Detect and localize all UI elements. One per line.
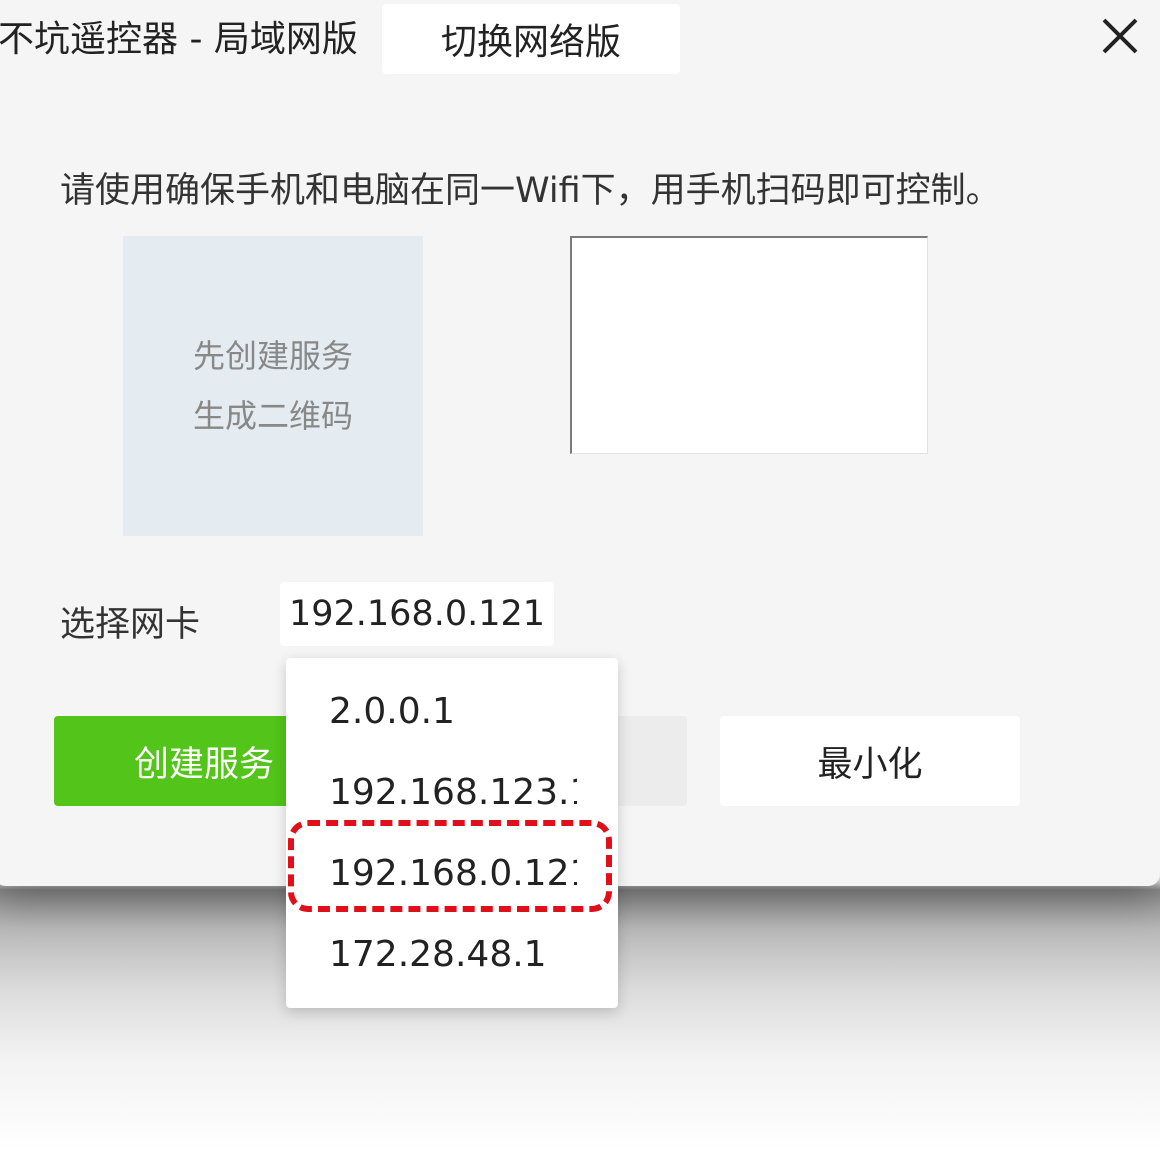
minimize-button[interactable]: 最小化	[720, 716, 1020, 806]
close-icon	[1102, 18, 1138, 54]
dropdown-option[interactable]: 2.0.0.1	[329, 687, 577, 737]
dropdown-option[interactable]: 172.28.48.1	[329, 930, 577, 980]
close-button[interactable]	[1094, 10, 1146, 62]
switch-network-version-button[interactable]: 切换网络版	[382, 4, 680, 74]
address-display-box	[570, 236, 928, 454]
instruction-text: 请使用确保手机和电脑在同一Wifi下，用手机扫码即可控制。	[60, 171, 1001, 211]
nic-select[interactable]: 192.168.0.121	[280, 582, 554, 646]
qr-code-placeholder: 先创建服务 生成二维码	[123, 236, 423, 536]
qr-placeholder-line1: 先创建服务	[192, 337, 353, 375]
dropdown-option-selected[interactable]: 192.168.0.121	[329, 849, 577, 899]
nic-select-label: 选择网卡	[60, 605, 201, 645]
dropdown-option[interactable]: 192.168.123.12	[329, 768, 577, 818]
nic-dropdown-menu: 2.0.0.1 192.168.123.12 192.168.0.121 172…	[286, 658, 618, 1008]
app-title: 不坑遥控器 - 局域网版	[0, 19, 358, 60]
qr-placeholder-line2: 生成二维码	[192, 397, 353, 435]
